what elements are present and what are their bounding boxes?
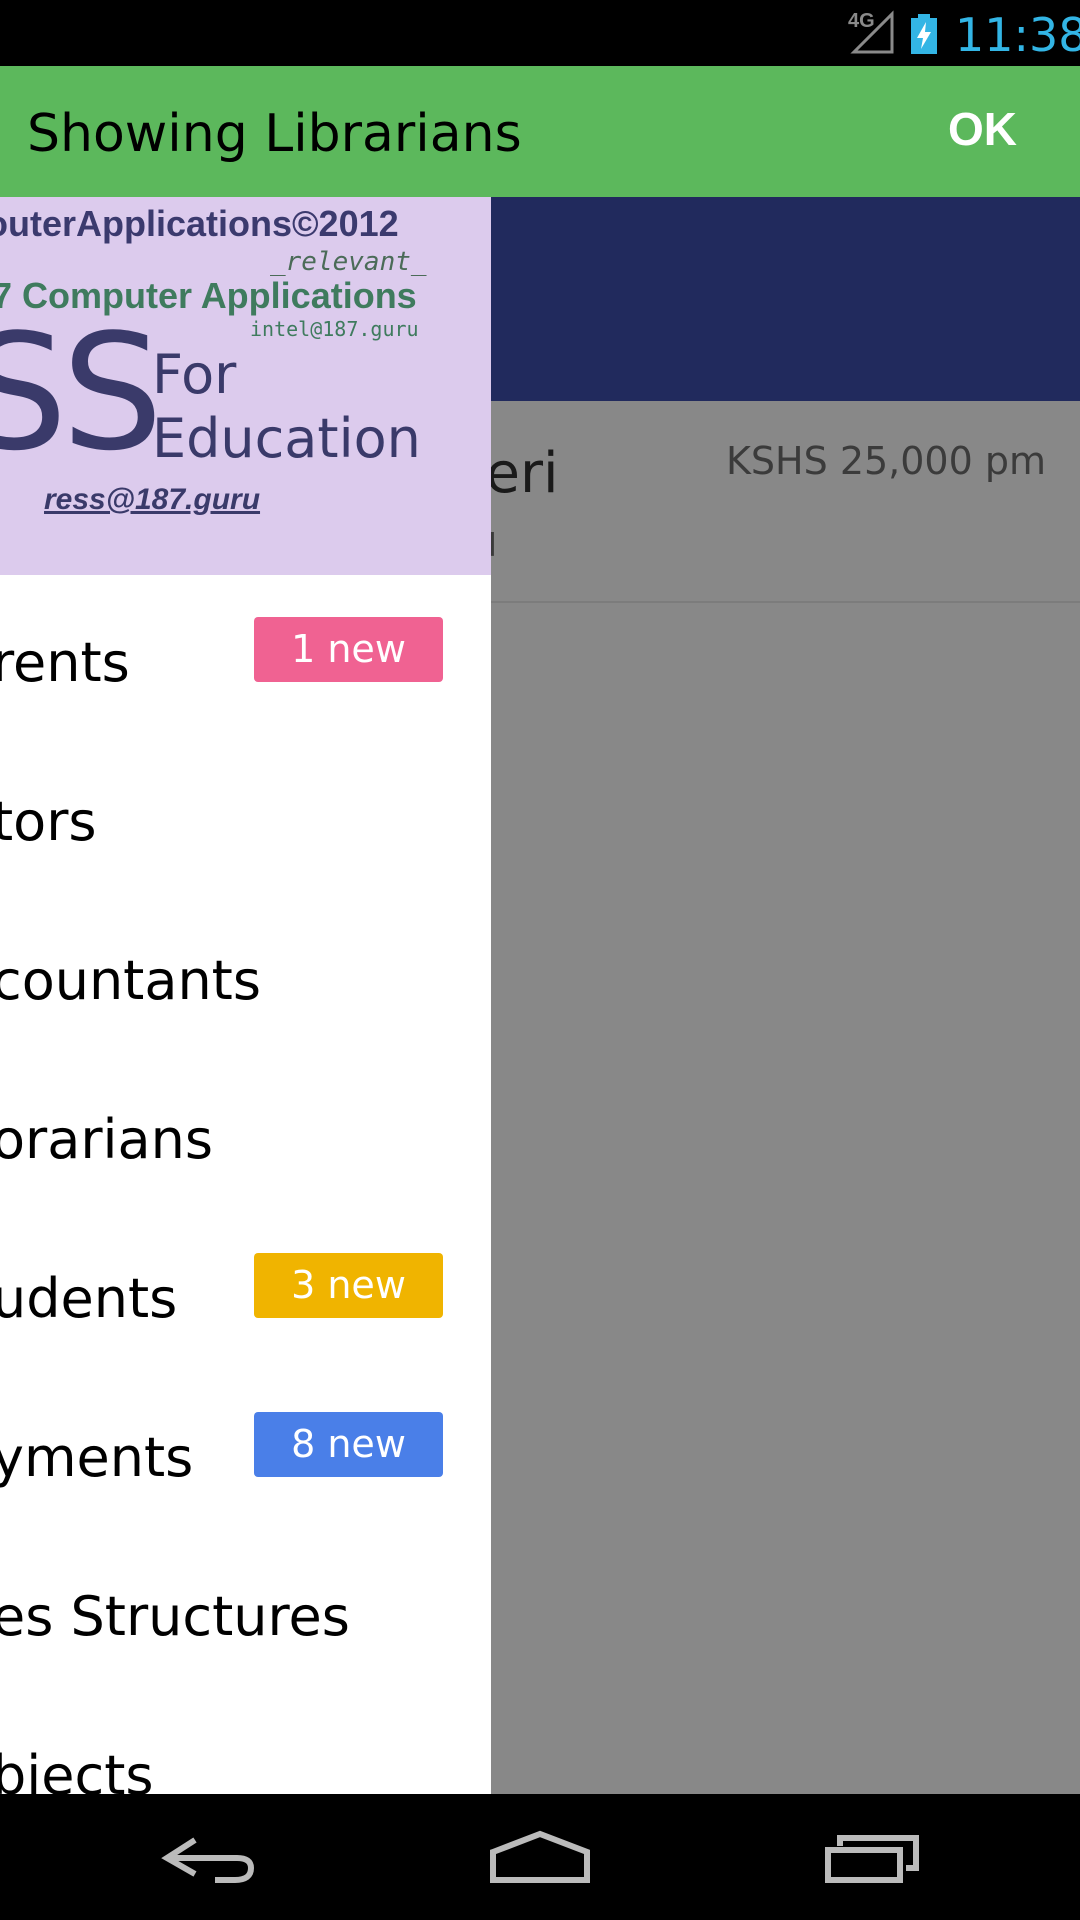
new-count-badge: 1 new <box>254 617 443 682</box>
drawer-item-fees-structures[interactable]: es Structures <box>0 1529 491 1688</box>
drawer-header-logo: outerApplications©2012 _relevant_ 7 Comp… <box>0 197 491 575</box>
header-line: _relevant_ <box>270 247 427 277</box>
drawer-item-label: udents <box>0 1267 178 1330</box>
drawer-item-label: countants <box>0 949 261 1012</box>
drawer-item-tutors[interactable]: tors <box>0 734 491 893</box>
navigation-drawer: outerApplications©2012 _relevant_ 7 Comp… <box>0 197 491 1794</box>
new-count-badge: 3 new <box>254 1253 443 1318</box>
page-title: Showing Librarians <box>27 104 522 164</box>
battery-charging-icon <box>911 14 937 54</box>
ok-button[interactable]: OK <box>948 102 1017 156</box>
home-icon[interactable] <box>485 1824 595 1890</box>
header-link: ress@187.guru <box>44 483 261 516</box>
status-bar: 4G 11:38 <box>0 0 1080 66</box>
clock: 11:38 <box>955 8 1080 62</box>
drawer-item-librarians[interactable]: orarians <box>0 1052 491 1211</box>
drawer-item-label: rents <box>0 631 130 694</box>
drawer-item-label: yments <box>0 1426 194 1489</box>
network-type: 4G <box>848 10 875 32</box>
drawer-item-students[interactable]: udents 3 new <box>0 1211 491 1370</box>
drawer-item-accountants[interactable]: countants <box>0 893 491 1052</box>
drawer-item-subjects[interactable]: bjects <box>0 1688 491 1794</box>
header-line: Education <box>152 407 421 470</box>
header-line: For <box>152 343 237 406</box>
drawer-item-label: bjects <box>0 1744 154 1794</box>
drawer-item-label: tors <box>0 790 97 853</box>
drawer-item-payments[interactable]: yments 8 new <box>0 1370 491 1529</box>
recents-icon[interactable] <box>818 1824 928 1890</box>
action-bar: Showing Librarians OK <box>0 66 1080 197</box>
header-logo-letters: SS <box>0 299 163 486</box>
back-icon[interactable] <box>155 1824 265 1890</box>
drawer-item-label: orarians <box>0 1108 213 1171</box>
librarian-salary: KSHS 25,000 pm <box>726 439 1046 483</box>
system-nav-bar <box>0 1794 1080 1920</box>
header-email: intel@187.guru <box>250 317 419 341</box>
header-line: outerApplications©2012 <box>0 203 399 244</box>
drawer-item-parents[interactable]: rents 1 new <box>0 575 491 734</box>
drawer-item-label: es Structures <box>0 1585 350 1648</box>
new-count-badge: 8 new <box>254 1412 443 1477</box>
